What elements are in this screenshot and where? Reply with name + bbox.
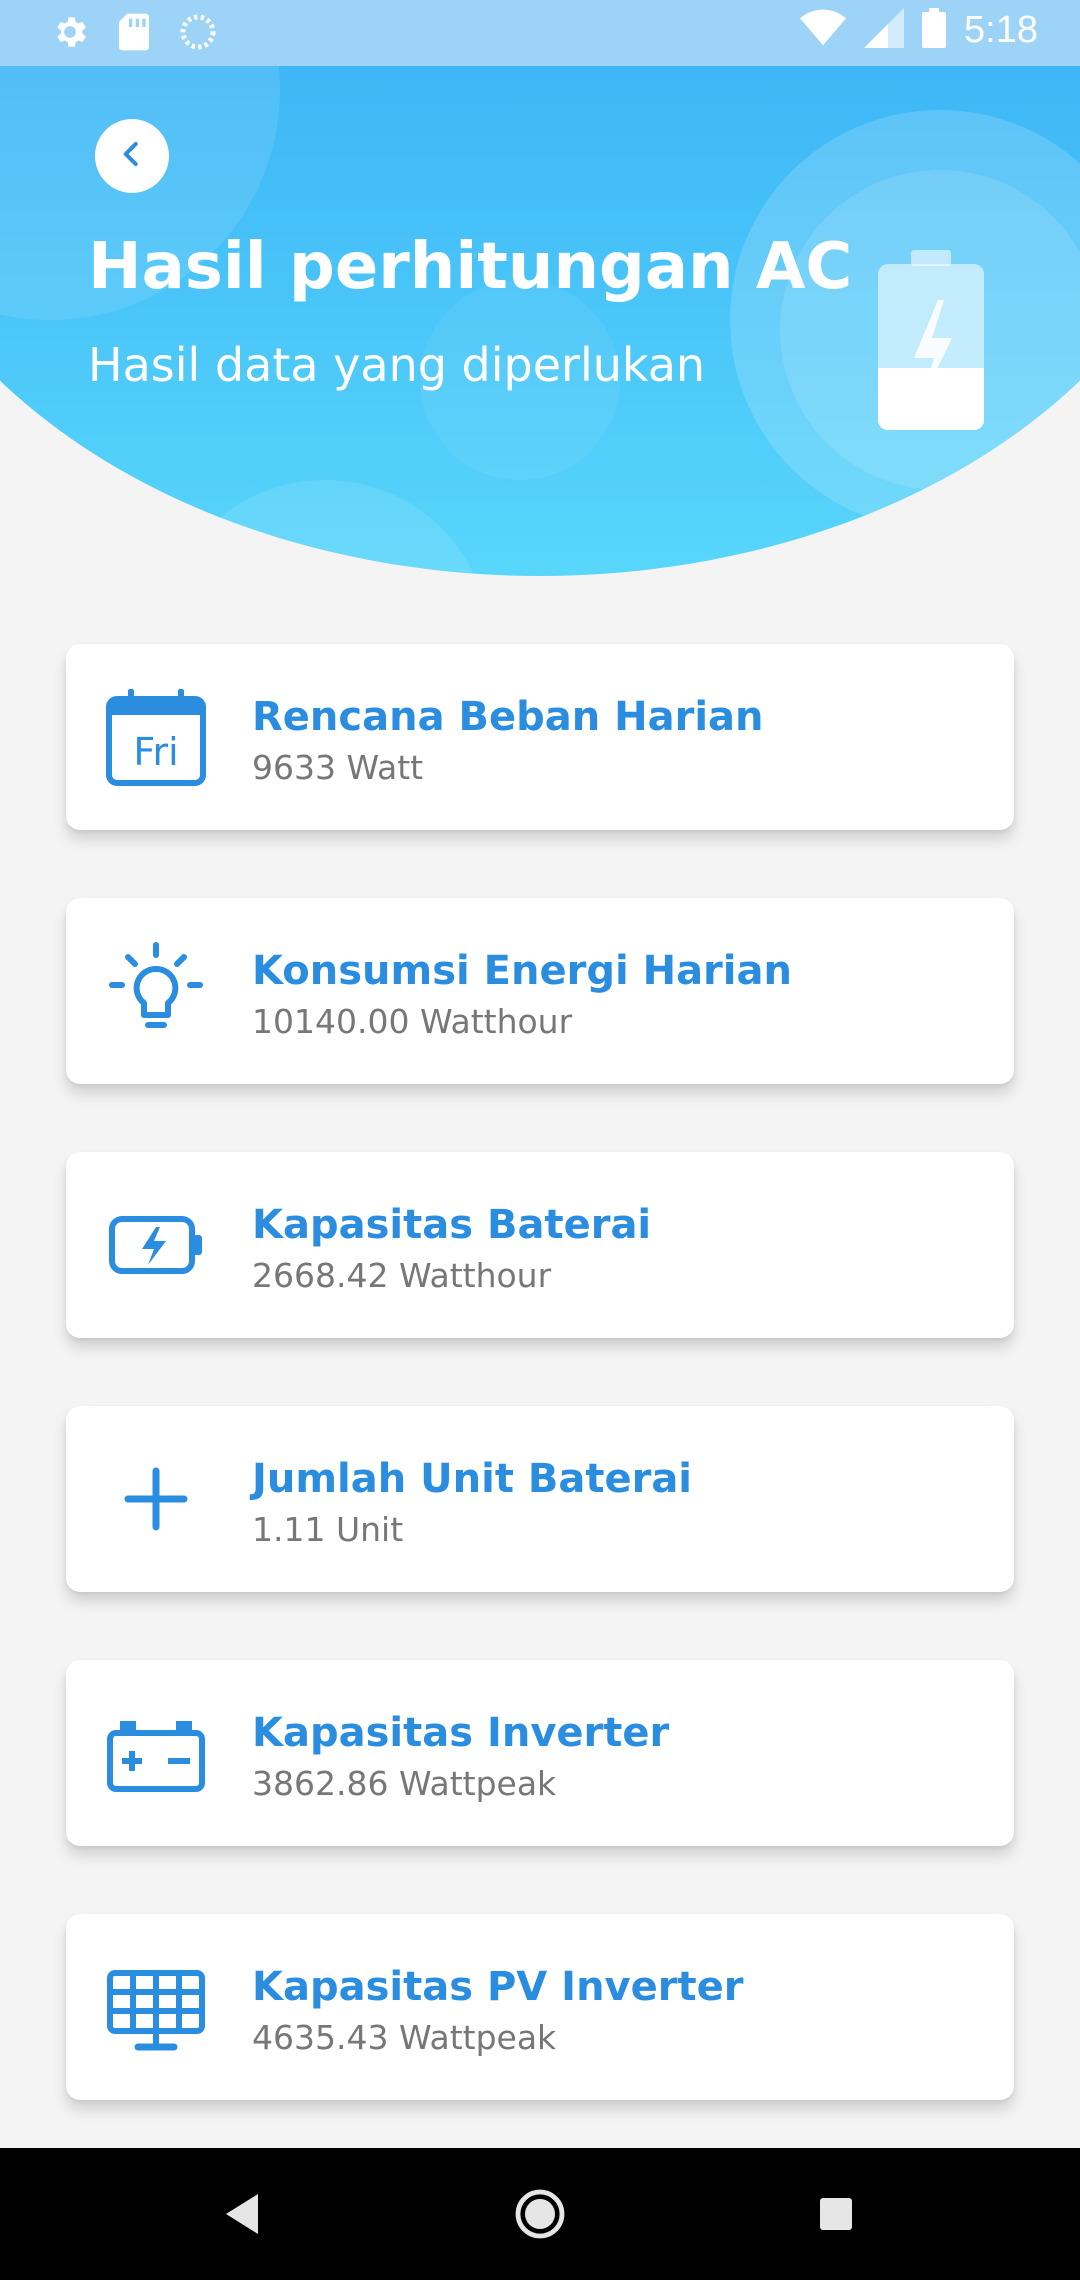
card-jumlah-unit-baterai[interactable]: Jumlah Unit Baterai 1.11 Unit — [66, 1406, 1014, 1592]
sync-icon — [178, 12, 218, 56]
page-subtitle: Hasil data yang diperlukan — [88, 338, 706, 392]
lightbulb-icon — [106, 941, 206, 1041]
navigation-bar — [0, 2148, 1080, 2280]
card-title: Konsumsi Energi Harian — [252, 948, 792, 994]
card-rencana-beban-harian[interactable]: Fri Rencana Beban Harian 9633 Watt — [66, 644, 1014, 830]
car-battery-icon — [106, 1703, 206, 1803]
card-title: Kapasitas Inverter — [252, 1710, 670, 1756]
calendar-day-label: Fri — [133, 730, 178, 774]
wifi-icon — [800, 8, 847, 52]
decor-circle — [160, 480, 490, 576]
recents-square-icon[interactable] — [776, 2148, 896, 2280]
back-triangle-icon[interactable] — [182, 2148, 302, 2280]
card-value: 9633 Watt — [252, 748, 424, 787]
back-button[interactable] — [95, 119, 169, 193]
card-konsumsi-energi-harian[interactable]: Konsumsi Energi Harian 10140.00 Watthour — [66, 898, 1014, 1084]
sd-card-icon — [116, 12, 152, 56]
signal-icon — [864, 8, 905, 52]
page-title: Hasil perhitungan AC — [88, 230, 853, 304]
card-title: Kapasitas Baterai — [252, 1202, 652, 1248]
home-circle-icon[interactable] — [480, 2148, 600, 2280]
plus-icon — [106, 1449, 206, 1549]
card-title: Rencana Beban Harian — [252, 694, 764, 740]
card-kapasitas-pv-inverter[interactable]: Kapasitas PV Inverter 4635.43 Wattpeak — [66, 1914, 1014, 2100]
card-value: 3862.86 Wattpeak — [252, 1764, 557, 1803]
gear-icon — [50, 12, 90, 56]
card-value: 10140.00 Watthour — [252, 1002, 573, 1041]
calendar-icon: Fri — [106, 687, 206, 787]
battery-charging-icon — [878, 250, 984, 434]
card-value: 2668.42 Watthour — [252, 1256, 552, 1295]
card-kapasitas-baterai[interactable]: Kapasitas Baterai 2668.42 Watthour — [66, 1152, 1014, 1338]
card-value: 1.11 Unit — [252, 1510, 404, 1549]
status-bar: 5:18 — [0, 0, 1080, 66]
card-title: Kapasitas PV Inverter — [252, 1964, 744, 2010]
solar-panel-icon — [106, 1957, 206, 2057]
result-list: Fri Rencana Beban Harian 9633 Watt Konsu… — [66, 644, 1014, 2168]
chevron-left-icon — [117, 139, 147, 173]
battery-icon — [922, 8, 947, 52]
battery-charge-icon — [106, 1195, 206, 1295]
status-time: 5:18 — [964, 8, 1038, 51]
card-kapasitas-inverter[interactable]: Kapasitas Inverter 3862.86 Wattpeak — [66, 1660, 1014, 1846]
card-value: 4635.43 Wattpeak — [252, 2018, 557, 2057]
card-title: Jumlah Unit Baterai — [252, 1456, 693, 1502]
